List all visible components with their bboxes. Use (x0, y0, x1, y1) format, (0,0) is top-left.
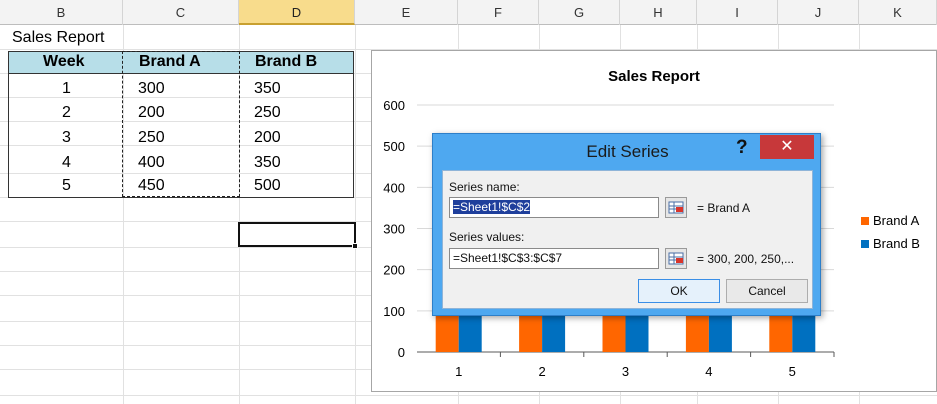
column-header-g[interactable]: G (539, 0, 620, 25)
series-values-input[interactable]: =Sheet1!$C$3:$C$7 (449, 248, 659, 269)
column-header-b[interactable]: B (0, 0, 123, 25)
chart-title: Sales Report (608, 68, 700, 85)
y-tick-label: 600 (383, 98, 405, 113)
x-tick-label: 1 (455, 364, 462, 379)
series-name-result: = Brand A (697, 201, 751, 215)
column-header-i[interactable]: I (697, 0, 778, 25)
cell-week-4[interactable]: 4 (62, 152, 71, 173)
cancel-button[interactable]: Cancel (726, 279, 808, 303)
cell-brand-b-3[interactable]: 200 (254, 127, 281, 148)
help-icon[interactable]: ? (736, 137, 748, 159)
fill-handle[interactable] (352, 243, 358, 249)
sheet-title-cell[interactable]: Sales Report (12, 27, 105, 48)
range-selector-icon (668, 252, 684, 265)
column-header-h[interactable]: H (620, 0, 697, 25)
x-tick-label: 3 (622, 364, 629, 379)
cell-brand-b-2[interactable]: 250 (254, 102, 281, 123)
series-name-collapse-button[interactable] (665, 197, 687, 218)
series-values-result: = 300, 200, 250,... (697, 252, 795, 266)
x-tick-label: 4 (705, 364, 712, 379)
legend-swatch-brand-b (861, 240, 869, 248)
range-selector-icon (668, 201, 684, 214)
y-tick-label: 0 (398, 345, 405, 360)
ok-button[interactable]: OK (638, 279, 720, 303)
copy-marquee (122, 51, 240, 197)
y-tick-label: 500 (383, 139, 405, 154)
column-header-bar: B C D E F G H I J K (0, 0, 937, 25)
series-values-collapse-button[interactable] (665, 248, 687, 269)
cell-brand-b-1[interactable]: 350 (254, 78, 281, 99)
dialog-body: Series name: =Sheet1!$C$2 = Brand A Seri… (442, 170, 813, 309)
y-tick-label: 400 (383, 180, 405, 195)
column-header-j[interactable]: J (778, 0, 859, 25)
x-tick-label: 5 (789, 364, 796, 379)
series-values-label: Series values: (449, 230, 525, 244)
column-header-d[interactable]: D (239, 0, 355, 25)
x-tick-label: 2 (538, 364, 545, 379)
y-tick-label: 300 (383, 222, 405, 237)
series-name-input[interactable]: =Sheet1!$C$2 (449, 197, 659, 218)
legend-label: Brand A (873, 213, 920, 228)
cell-week-2[interactable]: 2 (62, 102, 71, 123)
column-header-e[interactable]: E (355, 0, 458, 25)
column-header-k[interactable]: K (859, 0, 937, 25)
edit-series-dialog: Edit Series ? ✕ Series name: =Sheet1!$C$… (432, 133, 821, 316)
legend-label: Brand B (873, 236, 920, 251)
column-header-f[interactable]: F (458, 0, 539, 25)
cell-brand-b-5[interactable]: 500 (254, 175, 281, 196)
cell-week-1[interactable]: 1 (62, 78, 71, 99)
active-cell-selection[interactable] (238, 222, 358, 249)
close-button[interactable]: ✕ (760, 135, 814, 159)
y-tick-label: 200 (383, 263, 405, 278)
legend-swatch-brand-a (861, 217, 869, 225)
cell-brand-b-4[interactable]: 350 (254, 152, 281, 173)
cell-week-5[interactable]: 5 (62, 175, 71, 196)
cell-week-3[interactable]: 3 (62, 127, 71, 148)
header-week[interactable]: Week (43, 53, 85, 71)
header-brand-b[interactable]: Brand B (255, 53, 317, 71)
y-tick-label: 100 (383, 304, 405, 319)
column-header-c[interactable]: C (123, 0, 239, 25)
series-name-label: Series name: (449, 180, 520, 194)
